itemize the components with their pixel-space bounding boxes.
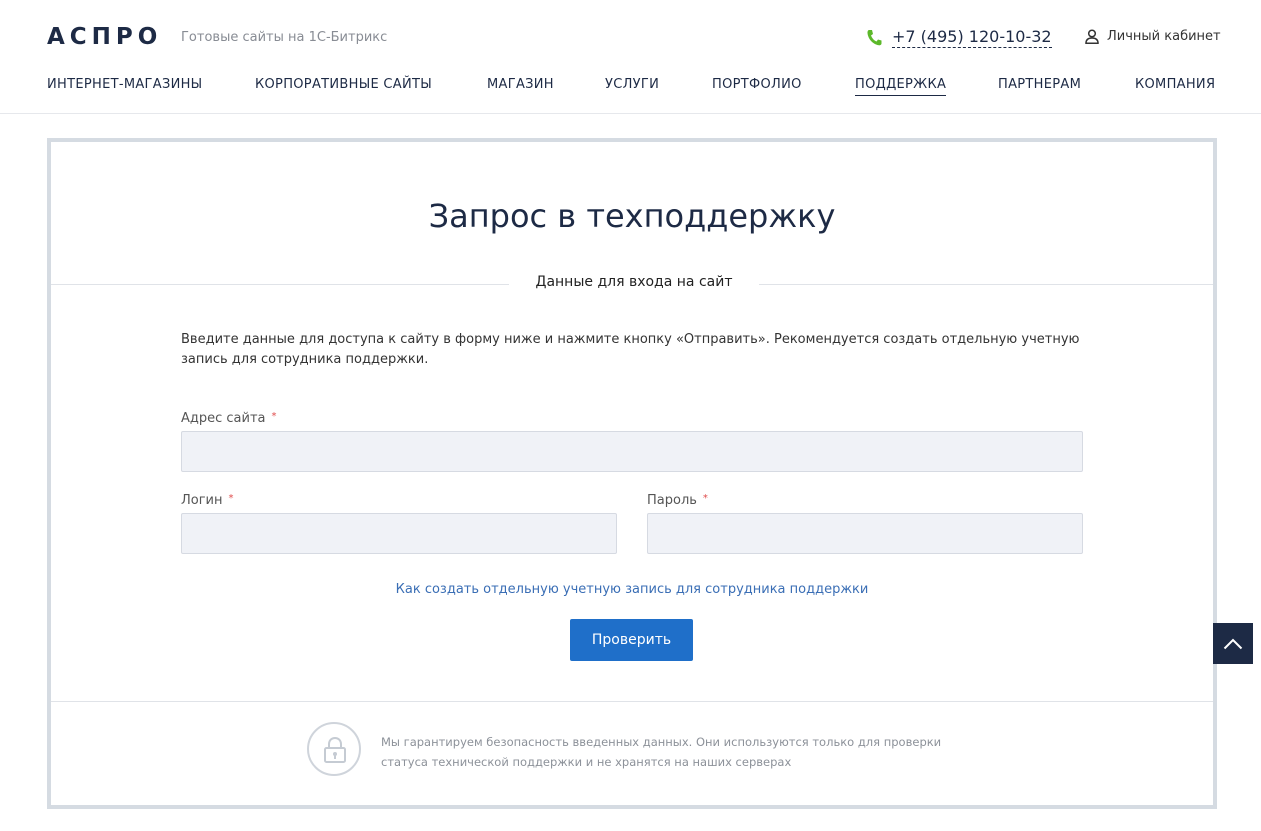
nav-item-portfolio[interactable]: ПОРТФОЛИО	[712, 77, 802, 92]
nav-item-shop[interactable]: МАГАЗИН	[487, 77, 554, 92]
login-label-text: Логин	[181, 493, 223, 508]
chevron-up-icon	[1223, 638, 1243, 649]
intro-text: Введите данные для доступа к сайту в фор…	[181, 332, 1080, 367]
nav-item-company[interactable]: КОМПАНИЯ	[1135, 77, 1215, 92]
nav-item-partners[interactable]: ПАРТНЕРАМ	[998, 77, 1081, 92]
phone-block[interactable]: +7 (495) 120-10-32	[866, 27, 1052, 48]
phone-icon	[867, 29, 882, 45]
lock-icon	[324, 736, 346, 763]
security-note-line-1: Мы гарантируем безопасность введенных да…	[381, 735, 942, 749]
password-label: Пароль *	[647, 493, 708, 508]
lock-badge	[307, 722, 361, 776]
footer-divider	[51, 701, 1213, 702]
logo[interactable]: АСПРО	[47, 24, 162, 50]
nav-item-services[interactable]: УСЛУГИ	[605, 77, 659, 92]
site-address-label-text: Адрес сайта	[181, 411, 266, 426]
site-address-label: Адрес сайта *	[181, 411, 277, 426]
password-label-text: Пароль	[647, 493, 697, 508]
login-label: Логин *	[181, 493, 234, 508]
site-address-input[interactable]	[181, 431, 1083, 472]
page-title: Запрос в техподдержку	[428, 197, 836, 235]
password-input[interactable]	[647, 513, 1083, 554]
tagline: Готовые сайты на 1С-Битрикс	[181, 30, 388, 45]
security-note: Мы гарантируем безопасность введенных да…	[381, 732, 981, 772]
user-icon	[1085, 29, 1099, 44]
section-label: Данные для входа на сайт	[509, 274, 759, 290]
check-button[interactable]: Проверить	[570, 619, 693, 661]
required-mark: *	[271, 411, 277, 422]
support-request-card: Запрос в техподдержку Данные для входа н…	[47, 138, 1217, 809]
phone-number[interactable]: +7 (495) 120-10-32	[892, 27, 1052, 48]
nav-item-corporate-sites[interactable]: КОРПОРАТИВНЫЕ САЙТЫ	[255, 77, 432, 92]
required-mark: *	[702, 493, 708, 504]
security-note-line-2: статуса технической поддержки и не храня…	[381, 755, 792, 769]
site-header: АСПРО Готовые сайты на 1С-Битрикс +7 (49…	[0, 0, 1261, 114]
cabinet-label: Личный кабинет	[1107, 29, 1221, 44]
nav-item-support[interactable]: ПОДДЕРЖКА	[855, 77, 947, 96]
scroll-top-button[interactable]	[1213, 623, 1253, 664]
main-nav: ИНТЕРНЕТ-МАГАЗИНЫ КОРПОРАТИВНЫЕ САЙТЫ МА…	[47, 77, 1217, 99]
required-mark: *	[228, 493, 234, 504]
help-link[interactable]: Как создать отдельную учетную запись для…	[51, 582, 1213, 597]
cabinet-link[interactable]: Личный кабинет	[1085, 29, 1221, 44]
login-input[interactable]	[181, 513, 617, 554]
nav-item-online-stores[interactable]: ИНТЕРНЕТ-МАГАЗИНЫ	[47, 77, 202, 92]
